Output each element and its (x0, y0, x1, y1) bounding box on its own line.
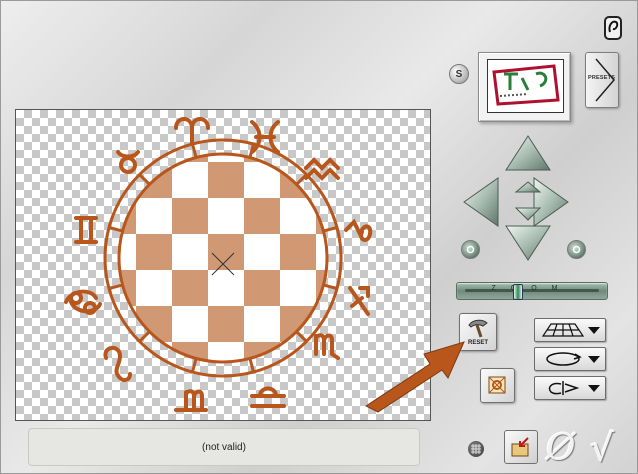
ok-button[interactable]: √ (590, 426, 614, 470)
ring-tick (323, 283, 338, 290)
perspective-dropdown[interactable] (534, 318, 606, 342)
rotation-dropdown[interactable] (534, 347, 606, 371)
s-button[interactable]: S (449, 64, 469, 84)
chevron-right-icon (595, 58, 615, 102)
chevron-down-icon (588, 356, 600, 363)
pointer-arrow-icon (364, 341, 465, 413)
pattern-icon (488, 376, 506, 394)
import-button[interactable] (504, 430, 538, 464)
status-bar: (not valid) (28, 428, 420, 466)
ring-tick (295, 330, 308, 343)
help-icon[interactable] (604, 16, 622, 40)
flip-dropdown[interactable] (534, 376, 606, 400)
navigation-pad (463, 135, 569, 261)
rotate-left-button[interactable] (461, 240, 480, 259)
flip-icon (548, 381, 580, 395)
rotate-right-button[interactable] (567, 240, 586, 259)
status-text: (not valid) (202, 441, 246, 453)
rotate-right-icon (572, 245, 581, 254)
zoom-handle[interactable] (513, 284, 523, 300)
s-button-label: S (455, 68, 463, 80)
ring-tick (323, 226, 338, 233)
arrow-up-icon[interactable] (505, 135, 551, 171)
ring-tick (138, 173, 151, 186)
grid-icon[interactable] (468, 441, 484, 457)
rotate-loop-icon (546, 352, 582, 366)
arrow-down-icon[interactable] (505, 225, 551, 261)
ring-tick (108, 226, 123, 233)
perspective-grid-icon (541, 323, 585, 337)
ring-tick (108, 283, 123, 290)
ring-tick (248, 358, 255, 373)
rotate-left-icon (466, 245, 475, 254)
import-icon (511, 437, 529, 457)
chevron-down-icon (588, 385, 600, 392)
arrow-left-icon[interactable] (463, 177, 499, 227)
cancel-button[interactable]: Ø (546, 428, 576, 469)
zoom-label: ZOOM (491, 285, 573, 292)
presets-button[interactable]: PRESETS (585, 52, 619, 108)
arrow-right-icon[interactable] (533, 177, 569, 227)
chevron-down-icon (588, 327, 600, 334)
ring-tick (191, 143, 198, 158)
ring-tick (138, 330, 151, 343)
pattern-button[interactable] (480, 368, 515, 403)
zoom-slider[interactable]: ZOOM (456, 282, 608, 300)
thumbnail-image (487, 59, 564, 113)
ring-tick (191, 358, 198, 373)
thumbnail-preview[interactable] (478, 52, 571, 122)
